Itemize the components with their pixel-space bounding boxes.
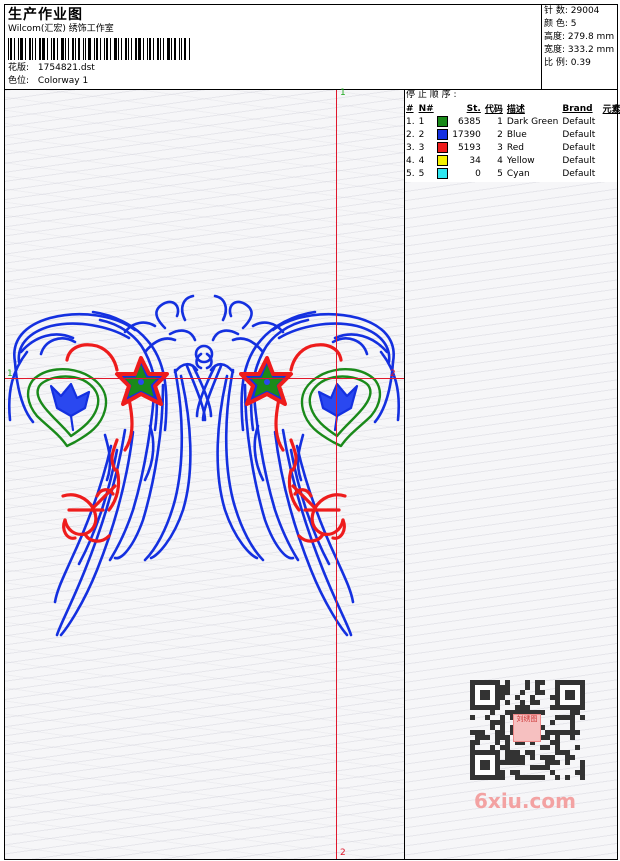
design-preview [5, 90, 404, 859]
col-description: 描述 [506, 105, 525, 115]
axis-label-left: 1 [7, 369, 13, 379]
stop-sequence-table: # N# St. 代码 描述 Brand 元素 1. 1 6385 1 Dark… [404, 102, 620, 180]
color-swatch [437, 129, 449, 140]
star-flower [115, 356, 169, 406]
stat-colors: 颜 色: 5 [544, 19, 577, 29]
table-header-row: # N# St. 代码 描述 Brand 元素 [404, 102, 620, 116]
stop-sequence-title: 停 止 顺 序 : [406, 90, 457, 100]
blue-flower [49, 382, 91, 432]
embroidery-design [8, 294, 401, 637]
col-element: 元素 [602, 105, 620, 115]
colorway-label: 色位: [8, 76, 30, 86]
design-info: 花版: 1754821.dst [8, 63, 95, 74]
stats-block: 针 数: 29004 颜 色: 5 高度: 279.8 mm 宽度: 333.2… [544, 6, 614, 71]
horizontal-axis [5, 378, 404, 379]
col-brand: Brand [562, 103, 593, 114]
col-number: N# [418, 103, 434, 114]
color-swatch [437, 155, 449, 166]
stat-width: 宽度: 333.2 mm [544, 45, 615, 55]
design-label: 花版: [8, 63, 30, 73]
watermark-text: 6xiu.com [474, 789, 576, 813]
stat-stitches: 针 数: 29004 [544, 6, 600, 16]
blue-scroll [8, 294, 213, 637]
col-index: # [406, 103, 414, 114]
color-swatch [437, 168, 449, 179]
stat-scale: 比 例: 0.39 [544, 58, 591, 68]
stats-divider [541, 4, 542, 89]
colorway-value: Colorway 1 [37, 76, 89, 86]
page-title: 生产作业图 [8, 7, 83, 23]
barcode [8, 38, 191, 60]
axis-label-top: 1 [340, 88, 346, 98]
company-name: Wilcom(汇宏) 绣饰工作室 [8, 24, 114, 34]
mirrored-half [195, 294, 401, 637]
col-code: 代码 [484, 105, 503, 115]
axis-label-right: 2 [390, 369, 396, 379]
axis-label-bottom: 2 [340, 848, 346, 858]
center-ring [194, 344, 214, 364]
seal-logo: 刘绣图 [513, 714, 541, 742]
table-row: 3. 3 5193 3 Red Default [406, 142, 596, 153]
stat-height: 高度: 279.8 mm [544, 32, 615, 42]
table-row: 2. 2 17390 2 Blue Default [406, 129, 596, 140]
color-swatch [437, 116, 449, 127]
vertical-axis [336, 90, 337, 859]
color-swatch [437, 142, 449, 153]
col-stitches: St. [466, 103, 481, 114]
table-row: 1. 1 6385 1 Dark Green Default [406, 116, 596, 127]
table-row: 4. 4 34 4 Yellow Default [406, 155, 596, 166]
colorway-info: 色位: Colorway 1 [8, 76, 88, 87]
table-row: 5. 5 0 5 Cyan Default [406, 168, 596, 179]
design-value: 1754821.dst [37, 63, 95, 73]
